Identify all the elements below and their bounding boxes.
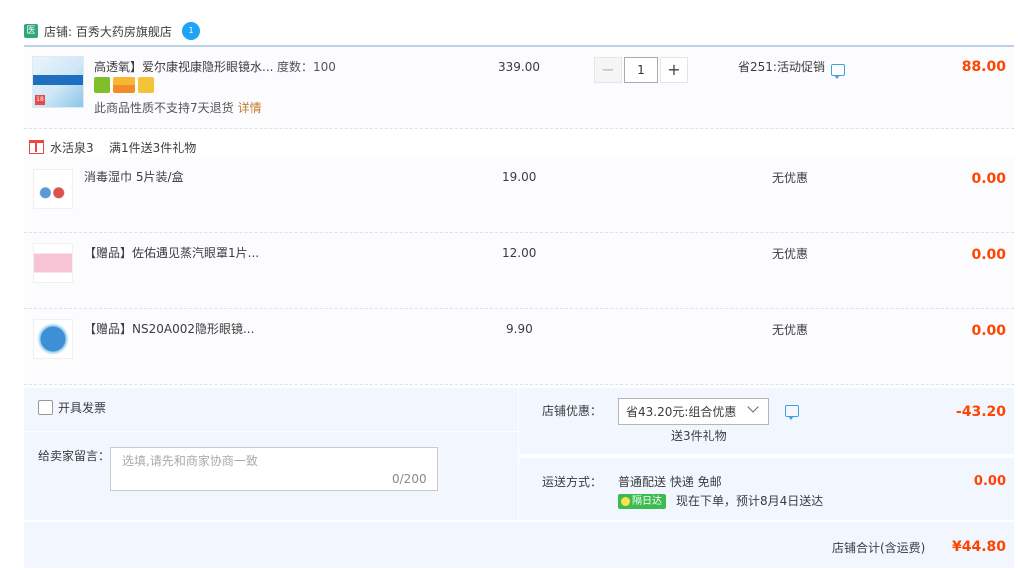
gift-thumbnail[interactable]	[33, 319, 73, 359]
discount-amount: -43.20	[955, 404, 1006, 420]
gift-promotion: 无优惠	[772, 323, 809, 337]
gift-price: 9.90	[506, 322, 533, 336]
next-day-delivery-badge: 隔日达	[618, 494, 666, 509]
message-char-count: 0/200	[392, 472, 427, 486]
gift-subtotal: 0.00	[971, 247, 1006, 263]
shipping-fee: 0.00	[973, 474, 1006, 489]
thumbnail-stripe	[33, 75, 83, 85]
gift-promotion: 无优惠	[772, 171, 809, 185]
message-label: 给卖家留言：	[38, 449, 111, 463]
shop-type-badge-icon: 医	[24, 24, 38, 38]
increase-quantity-button[interactable]: +	[660, 57, 688, 83]
gift-thumbnail[interactable]	[33, 243, 73, 283]
discount-label: 店铺优惠：	[542, 404, 603, 418]
invoice-label[interactable]: 开具发票	[58, 400, 106, 416]
gift-promotion: 无优惠	[772, 247, 809, 261]
decrease-quantity-button[interactable]: −	[594, 57, 622, 83]
chat-bubble-icon[interactable]	[831, 64, 845, 79]
wangwang-chat-icon[interactable]: 1	[182, 22, 200, 40]
gift-group-name: 水活泉3	[50, 141, 94, 155]
return-policy-detail-link[interactable]: 详情	[238, 101, 262, 115]
discount-selected-value[interactable]: 省43.20元:组合优惠	[626, 404, 736, 420]
product-thumbnail[interactable]: 18	[32, 56, 84, 108]
shipping-method: 普通配送 快递 免邮	[618, 475, 722, 489]
gift-group-rule: 满1件送3件礼物	[109, 141, 197, 155]
product-spec: 度数：100	[277, 60, 336, 74]
return-policy-text: 此商品性质不支持7天退货	[94, 101, 234, 115]
thumbnail-tag: 18	[35, 95, 45, 105]
item-subtotal: 88.00	[961, 59, 1006, 75]
discount-gift-note: 送3件礼物	[671, 429, 727, 443]
shop-total-label: 店铺合计(含运费)	[832, 541, 926, 555]
gift-icon	[29, 140, 44, 154]
gift-title[interactable]: 【赠品】佐佑遇见蒸汽眼罩1片...	[84, 245, 259, 261]
return-policy-note: 此商品性质不支持7天退货 详情	[94, 100, 262, 116]
chat-bubble-icon[interactable]	[785, 405, 799, 420]
gift-thumbnail[interactable]	[33, 169, 73, 209]
service-badge-icon[interactable]	[94, 77, 110, 93]
shipping-eta: 现在下单，预计8月4日送达	[676, 494, 824, 508]
grid-badge-icon[interactable]	[138, 77, 154, 93]
shop-total-value: ¥44.80	[951, 539, 1006, 555]
credit-card-icon[interactable]	[113, 77, 135, 93]
invoice-checkbox[interactable]	[38, 400, 53, 415]
item-promotion: 省251:活动促销	[738, 60, 825, 74]
message-placeholder: 选填,请先和商家协商一致	[122, 454, 258, 468]
gift-price: 19.00	[502, 170, 537, 184]
gift-subtotal: 0.00	[971, 171, 1006, 187]
shop-name-link[interactable]: 店铺: 百秀大药房旗舰店	[44, 24, 172, 40]
quantity-input[interactable]: 1	[624, 57, 658, 83]
gift-price: 12.00	[502, 246, 537, 260]
gift-subtotal: 0.00	[971, 323, 1006, 339]
gift-title[interactable]: 消毒湿巾 5片装/盒	[84, 169, 184, 185]
service-icons	[94, 77, 157, 93]
gift-title[interactable]: 【赠品】NS20A002隐形眼镜...	[84, 321, 254, 337]
shipping-label: 运送方式：	[542, 475, 603, 489]
unit-price: 339.00	[498, 60, 540, 74]
